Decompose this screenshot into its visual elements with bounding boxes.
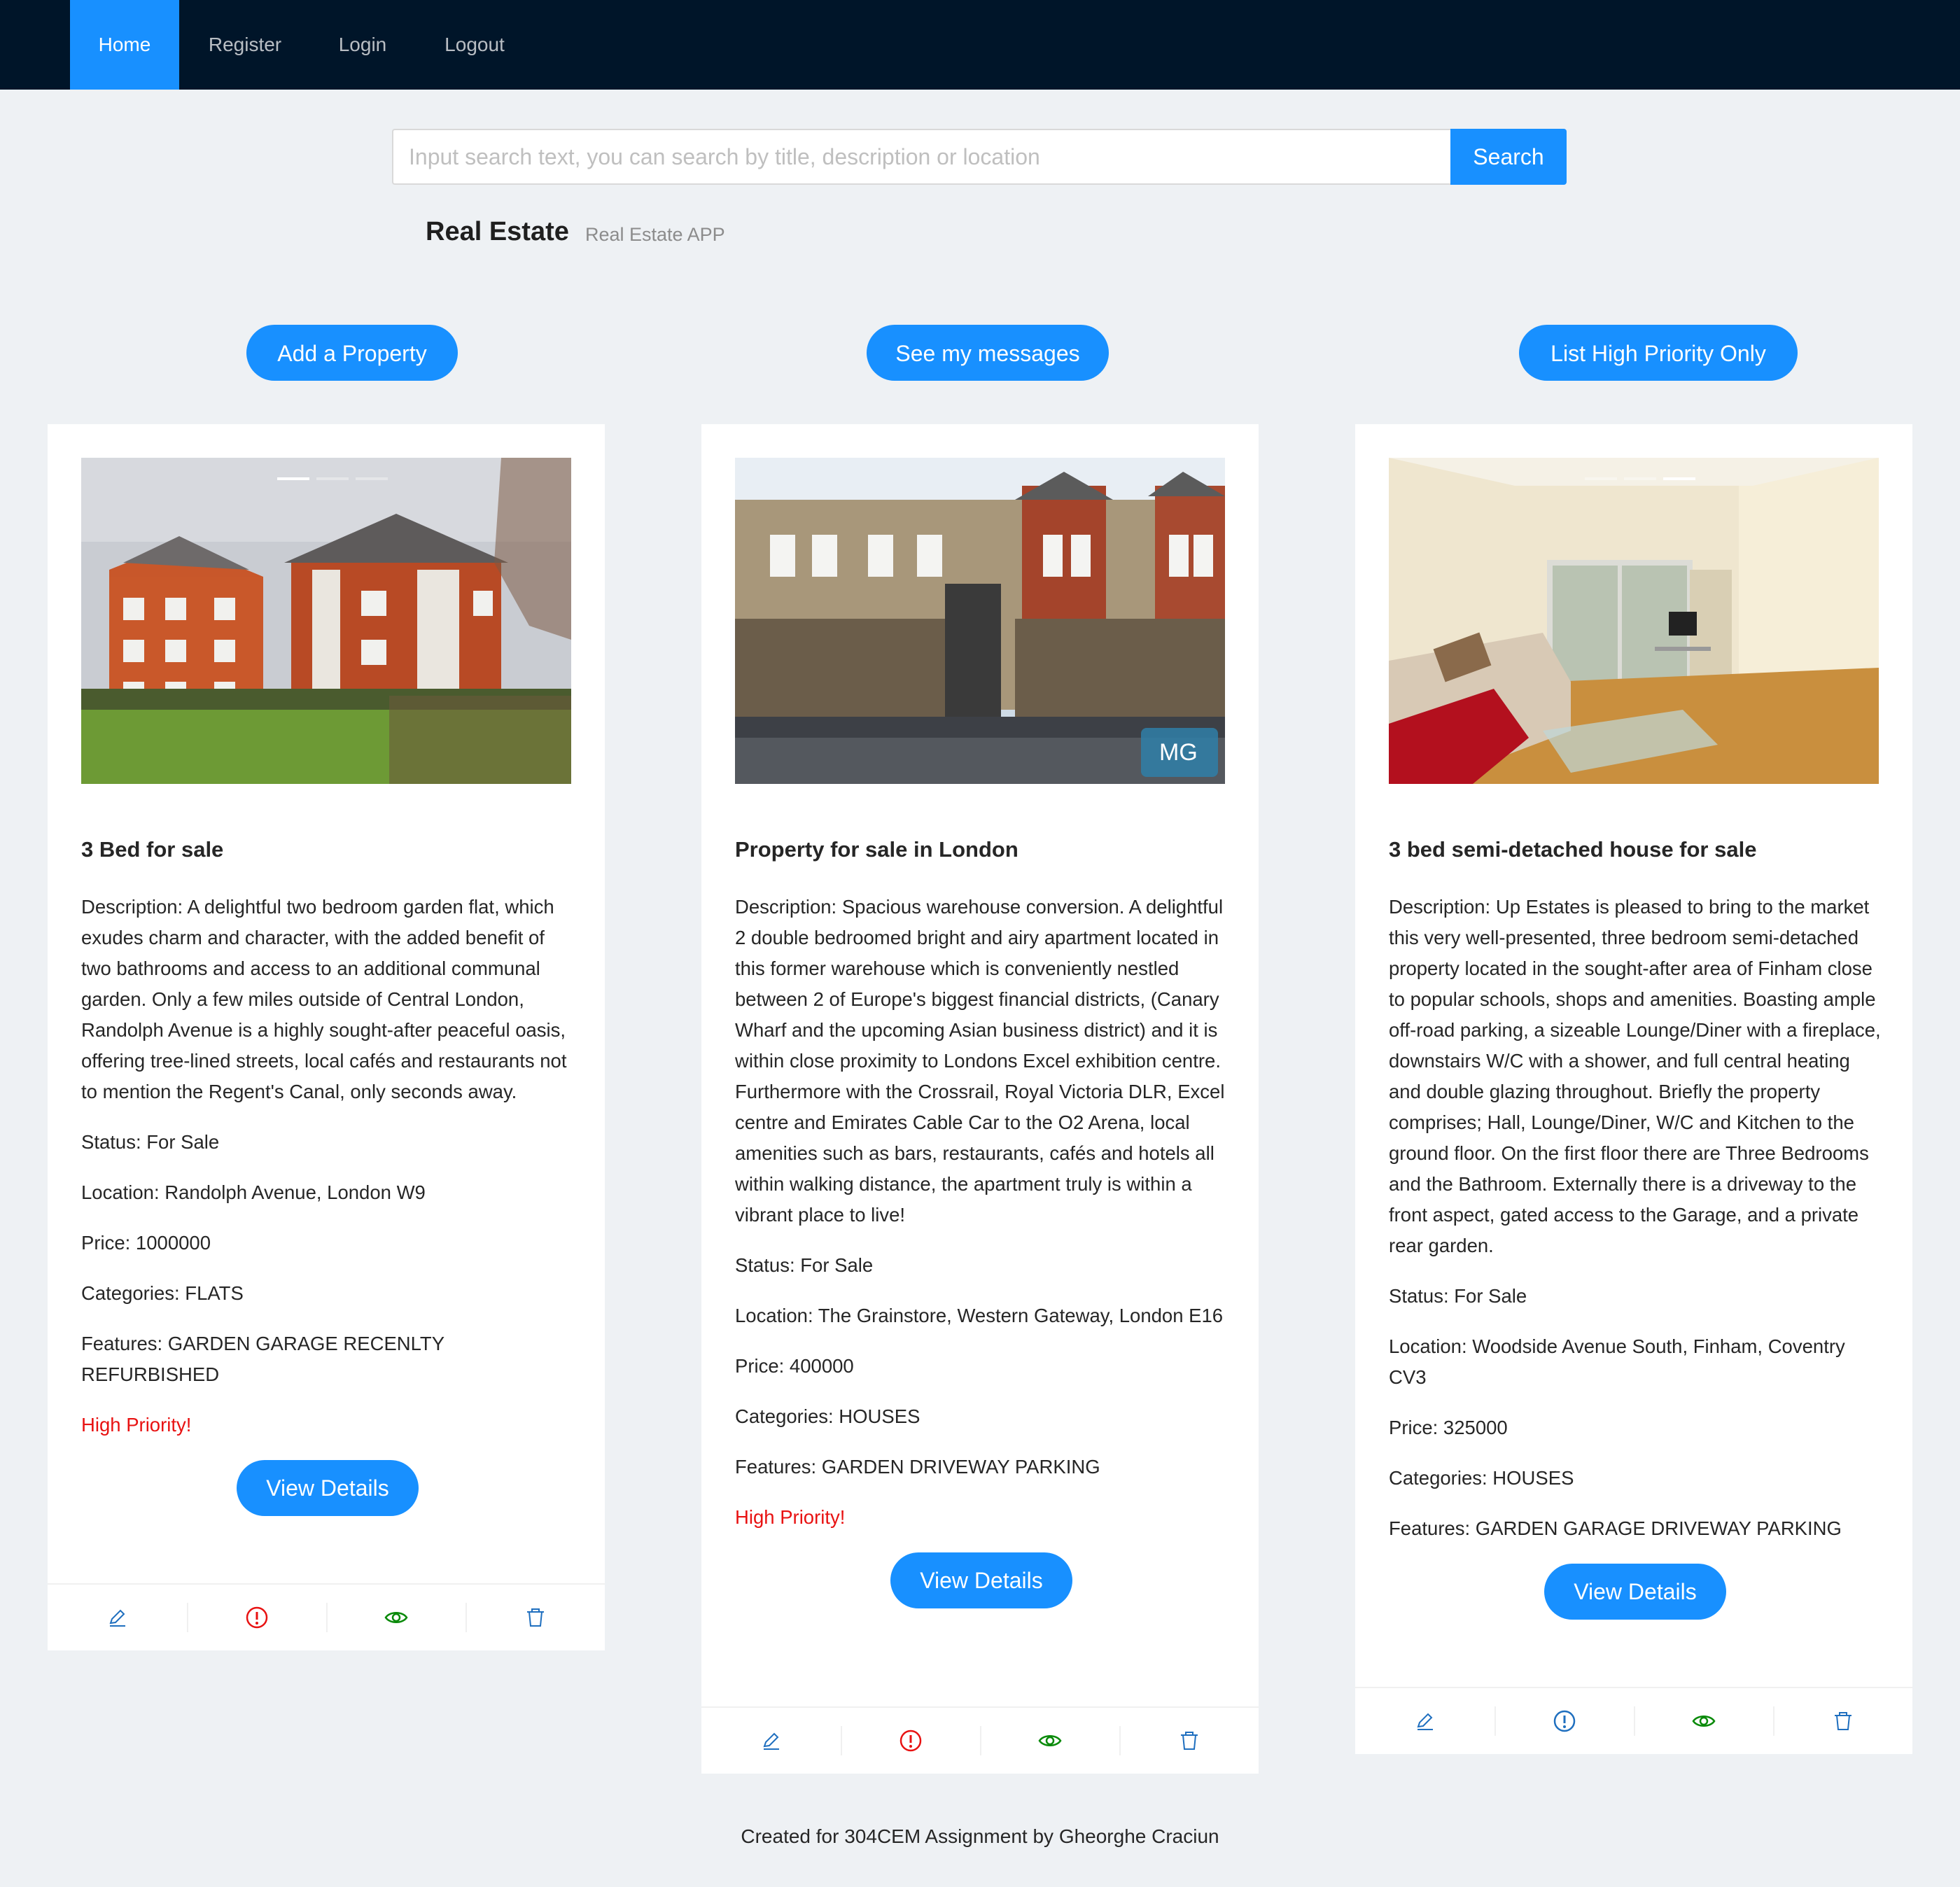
priority-action[interactable] <box>841 1708 980 1774</box>
property-image-carousel[interactable]: MG <box>735 458 1225 784</box>
exclamation-circle-icon <box>246 1606 267 1629</box>
exclamation-circle-icon <box>899 1730 921 1752</box>
view-action[interactable] <box>326 1585 465 1650</box>
property-status: Status: For Sale <box>1389 1285 1527 1307</box>
edit-action[interactable] <box>1355 1688 1494 1754</box>
property-description: Description: A delightful two bedroom ga… <box>81 896 567 1102</box>
property-details: Description: Spacious warehouse conversi… <box>735 892 1228 1608</box>
property-photo <box>81 458 571 784</box>
property-description: Description: Spacious warehouse conversi… <box>735 896 1225 1226</box>
property-title: Property for sale in London <box>735 837 1018 862</box>
add-property-button[interactable]: Add a Property <box>246 325 458 381</box>
property-details: Description: A delightful two bedroom ga… <box>81 892 574 1516</box>
view-action[interactable] <box>980 1708 1119 1774</box>
property-status: Status: For Sale <box>735 1254 874 1276</box>
card-actions <box>701 1706 1259 1774</box>
property-card: MG Property for sale in London Descripti… <box>701 424 1259 1774</box>
nav-item-logout[interactable]: Logout <box>414 0 535 90</box>
priority-action[interactable] <box>1494 1688 1634 1754</box>
property-title: 3 Bed for sale <box>81 837 224 862</box>
carousel-indicator[interactable] <box>1585 477 1695 480</box>
carousel-indicator[interactable] <box>277 477 388 480</box>
property-title: 3 bed semi-detached house for sale <box>1389 837 1757 862</box>
property-price: Price: 400000 <box>735 1355 854 1377</box>
view-action[interactable] <box>1634 1688 1773 1754</box>
property-categories: Categories: HOUSES <box>1389 1467 1574 1489</box>
watermark-logo: MG <box>1159 739 1198 766</box>
property-features: Features: GARDEN GARAGE DRIVEWAY PARKING <box>1389 1517 1842 1539</box>
search-button[interactable]: Search <box>1450 129 1567 185</box>
property-image-carousel[interactable] <box>81 458 571 784</box>
search-input[interactable] <box>392 129 1450 185</box>
delete-icon <box>1834 1712 1851 1730</box>
page-title: Real Estate <box>426 217 569 246</box>
property-categories: Categories: HOUSES <box>735 1405 920 1427</box>
property-card: 3 bed semi-detached house for sale Descr… <box>1355 424 1912 1754</box>
eye-icon <box>1691 1716 1716 1727</box>
eye-icon <box>1037 1735 1062 1746</box>
property-features: Features: GARDEN DRIVEWAY PARKING <box>735 1456 1100 1478</box>
property-price: Price: 325000 <box>1389 1417 1508 1438</box>
high-priority-label: High Priority! <box>81 1414 192 1436</box>
delete-icon <box>526 1608 544 1627</box>
edit-action[interactable] <box>701 1708 841 1774</box>
edit-action[interactable] <box>48 1585 187 1650</box>
high-priority-label: High Priority! <box>735 1506 846 1528</box>
view-details-button[interactable]: View Details <box>890 1552 1072 1608</box>
property-card: 3 Bed for sale Description: A delightful… <box>48 424 605 1650</box>
card-actions <box>48 1583 605 1650</box>
delete-icon <box>1180 1732 1198 1750</box>
page-subtitle: Real Estate APP <box>585 224 725 245</box>
property-location: Location: The Grainstore, Western Gatewa… <box>735 1305 1224 1326</box>
eye-icon <box>384 1612 408 1623</box>
delete-action[interactable] <box>1773 1688 1912 1754</box>
property-price: Price: 1000000 <box>81 1232 211 1254</box>
delete-action[interactable] <box>1119 1708 1259 1774</box>
nav-item-register[interactable]: Register <box>179 0 311 90</box>
view-details-button[interactable]: View Details <box>237 1460 419 1516</box>
property-description: Description: Up Estates is pleased to br… <box>1389 896 1881 1256</box>
property-details: Description: Up Estates is pleased to br… <box>1389 892 1882 1620</box>
property-location: Location: Woodside Avenue South, Finham,… <box>1389 1335 1845 1388</box>
delete-action[interactable] <box>465 1585 605 1650</box>
nav-item-home[interactable]: Home <box>70 0 179 90</box>
property-image-carousel[interactable] <box>1389 458 1879 784</box>
property-status: Status: For Sale <box>81 1131 220 1153</box>
exclamation-circle-icon <box>1553 1710 1575 1732</box>
edit-icon <box>763 1732 779 1750</box>
see-messages-button[interactable]: See my messages <box>867 325 1109 381</box>
property-location: Location: Randolph Avenue, London W9 <box>81 1181 426 1203</box>
edit-icon <box>1417 1713 1433 1730</box>
footer-credit: Created for 304CEM Assignment by Gheorgh… <box>741 1825 1219 1847</box>
view-details-button[interactable]: View Details <box>1544 1564 1726 1620</box>
edit-icon <box>109 1609 125 1627</box>
property-photo: MG <box>735 458 1225 784</box>
top-nav: Home Register Login Logout <box>0 0 1960 90</box>
nav-item-login[interactable]: Login <box>311 0 414 90</box>
property-photo <box>1389 458 1879 784</box>
list-high-priority-button[interactable]: List High Priority Only <box>1519 325 1798 381</box>
property-features: Features: GARDEN GARAGE RECENLTY REFURBI… <box>81 1333 444 1385</box>
card-actions <box>1355 1687 1912 1754</box>
priority-action[interactable] <box>187 1585 326 1650</box>
property-categories: Categories: FLATS <box>81 1282 244 1304</box>
